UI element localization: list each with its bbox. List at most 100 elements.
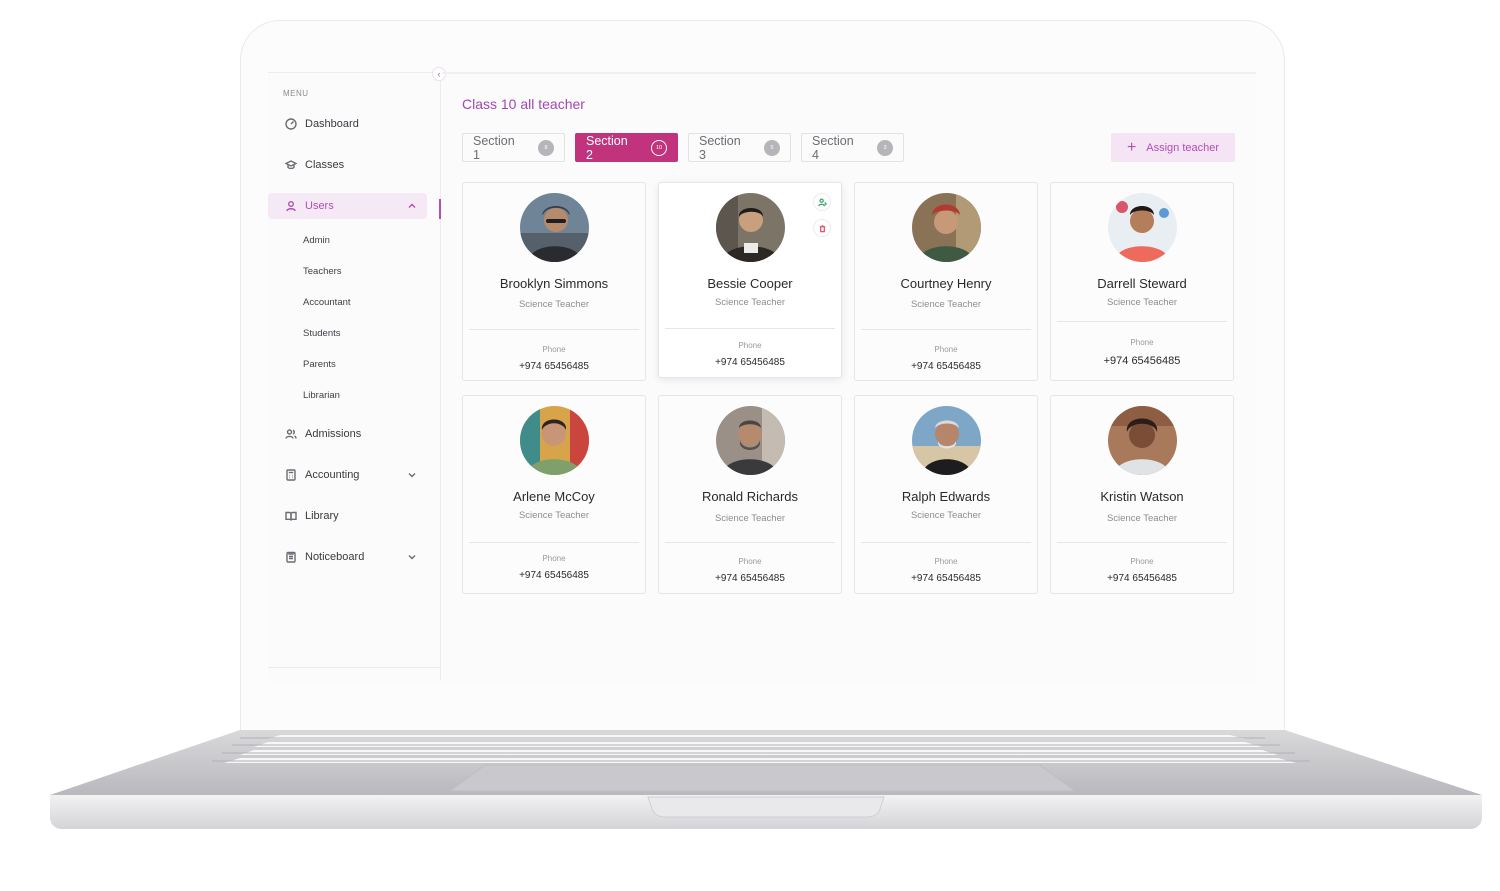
clipboard-icon: [284, 550, 298, 564]
card-divider: [469, 542, 639, 543]
phone-label: Phone: [542, 345, 566, 354]
active-indicator: [439, 199, 441, 219]
delete-button[interactable]: [813, 219, 831, 237]
sidebar-item-label: Noticeboard: [305, 551, 365, 563]
teacher-role: Science Teacher: [714, 297, 786, 308]
sidebar-item-label: Classes: [305, 159, 345, 171]
card-divider: [665, 328, 835, 329]
teacher-card[interactable]: Darrell Steward Science Teacher Phone +9…: [1050, 182, 1234, 381]
count-badge: 5: [764, 139, 780, 156]
card-divider: [861, 542, 1031, 543]
teacher-role: Science Teacher: [714, 513, 786, 524]
avatar: [912, 406, 981, 475]
app-screen: ‹ MENU Dashboard Classes Users Admin Tea…: [268, 67, 1256, 682]
avatar: [1108, 406, 1177, 475]
main-content: Class 10 all teacher Section 1 8 Section…: [442, 72, 1256, 680]
reassign-user-button[interactable]: [813, 193, 831, 211]
sidebar-item-label: Admissions: [305, 428, 362, 440]
teacher-role: Science Teacher: [910, 299, 982, 310]
chevron-left-icon: ‹: [437, 68, 441, 79]
tab-section-1[interactable]: Section 1 8: [462, 133, 565, 162]
card-divider: [861, 329, 1031, 330]
sidebar-subitem-parents[interactable]: Parents: [303, 359, 336, 370]
teacher-card[interactable]: Kristin Watson Science Teacher Phone +97…: [1050, 395, 1234, 594]
tab-section-2[interactable]: Section 2 10: [575, 133, 678, 162]
menu-label: MENU: [283, 89, 309, 98]
teacher-name: Ronald Richards: [701, 489, 799, 504]
teacher-phone: +974 65456485: [715, 573, 785, 584]
phone-label: Phone: [738, 341, 762, 350]
card-divider: [1057, 542, 1227, 543]
assign-teacher-button[interactable]: + Assign teacher: [1111, 133, 1235, 162]
sidebar-subitem-students[interactable]: Students: [303, 328, 341, 339]
sidebar-item-label: Accounting: [305, 469, 360, 481]
teacher-phone: +974 65456485: [519, 361, 589, 372]
teacher-card[interactable]: Ronald Richards Science Teacher Phone +9…: [658, 395, 842, 594]
teacher-role: Science Teacher: [1106, 513, 1178, 524]
teacher-role: Science Teacher: [518, 510, 590, 521]
teacher-name: Kristin Watson: [1100, 489, 1184, 504]
count-badge: 3: [877, 139, 893, 156]
teacher-phone: +974 65456485: [715, 357, 785, 368]
tab-label: Section 4: [812, 133, 854, 162]
tab-label: Section 1: [473, 133, 515, 162]
teacher-card[interactable]: Arlene McCoy Science Teacher Phone +974 …: [462, 395, 646, 594]
phone-label: Phone: [1130, 557, 1154, 566]
teacher-name: Arlene McCoy: [513, 489, 595, 504]
phone-label: Phone: [934, 345, 958, 354]
card-divider: [469, 329, 639, 330]
users-icon: [284, 427, 298, 441]
teacher-name: Courtney Henry: [900, 276, 992, 291]
dashboard-icon: [284, 117, 298, 131]
sidebar-item-library[interactable]: Library: [268, 503, 427, 529]
teacher-card[interactable]: Courtney Henry Science Teacher Phone +97…: [854, 182, 1038, 381]
card-divider: [665, 542, 835, 543]
teacher-phone: +974 65456485: [911, 361, 981, 372]
chevron-up-icon: [407, 201, 417, 211]
avatar: [716, 406, 785, 475]
teacher-role: Science Teacher: [518, 299, 590, 310]
book-icon: [284, 509, 298, 523]
sidebar-item-users[interactable]: Users: [268, 193, 427, 219]
chevron-down-icon: [407, 552, 417, 562]
phone-label: Phone: [1130, 338, 1154, 347]
teacher-card[interactable]: Brooklyn Simmons Science Teacher Phone +…: [462, 182, 646, 381]
teacher-name: Ralph Edwards: [901, 489, 991, 504]
tab-section-3[interactable]: Section 3 5: [688, 133, 791, 162]
sidebar-subitem-teachers[interactable]: Teachers: [303, 266, 342, 277]
phone-label: Phone: [738, 557, 762, 566]
assign-teacher-label: Assign teacher: [1146, 141, 1220, 154]
sidebar-subitem-accountant[interactable]: Accountant: [303, 297, 351, 308]
plus-icon: +: [1126, 138, 1137, 156]
sidebar-item-noticeboard[interactable]: Noticeboard: [268, 544, 427, 570]
teacher-role: Science Teacher: [910, 510, 982, 521]
sidebar-item-admissions[interactable]: Admissions: [268, 421, 427, 447]
teacher-card[interactable]: Ralph Edwards Science Teacher Phone +974…: [854, 395, 1038, 594]
avatar: [520, 406, 589, 475]
avatar: [1108, 193, 1177, 262]
avatar: [716, 193, 785, 262]
teacher-phone: +974 65456485: [1107, 573, 1177, 584]
sidebar-item-label: Users: [305, 200, 334, 212]
sidebar-item-accounting[interactable]: Accounting: [268, 462, 427, 488]
teacher-phone: +974 65456485: [911, 573, 981, 584]
header-divider: [442, 72, 1256, 74]
teacher-name: Brooklyn Simmons: [499, 276, 609, 291]
trash-icon: [819, 224, 825, 232]
sidebar-item-classes[interactable]: Classes: [268, 152, 427, 178]
teacher-phone: +974 65456485: [1103, 355, 1181, 367]
teacher-name: Darrell Steward: [1097, 276, 1187, 291]
phone-label: Phone: [542, 554, 566, 563]
sidebar-item-dashboard[interactable]: Dashboard: [268, 111, 427, 137]
card-divider: [1057, 321, 1227, 322]
section-tabs: Section 1 8 Section 2 10 Section 3 5 Sec…: [462, 133, 904, 162]
tab-section-4[interactable]: Section 4 3: [801, 133, 904, 162]
teacher-card[interactable]: Bessie Cooper Science Teacher Phone +974…: [658, 182, 842, 378]
page-title: Class 10 all teacher: [462, 96, 585, 112]
user-icon: [284, 199, 298, 213]
user-switch-icon: [817, 197, 827, 206]
sidebar: ‹ MENU Dashboard Classes Users Admin Tea…: [268, 67, 446, 680]
sidebar-subitem-librarian[interactable]: Librarian: [303, 390, 340, 401]
sidebar-subitem-admin[interactable]: Admin: [303, 235, 330, 246]
sidebar-footer-divider: [268, 667, 441, 668]
